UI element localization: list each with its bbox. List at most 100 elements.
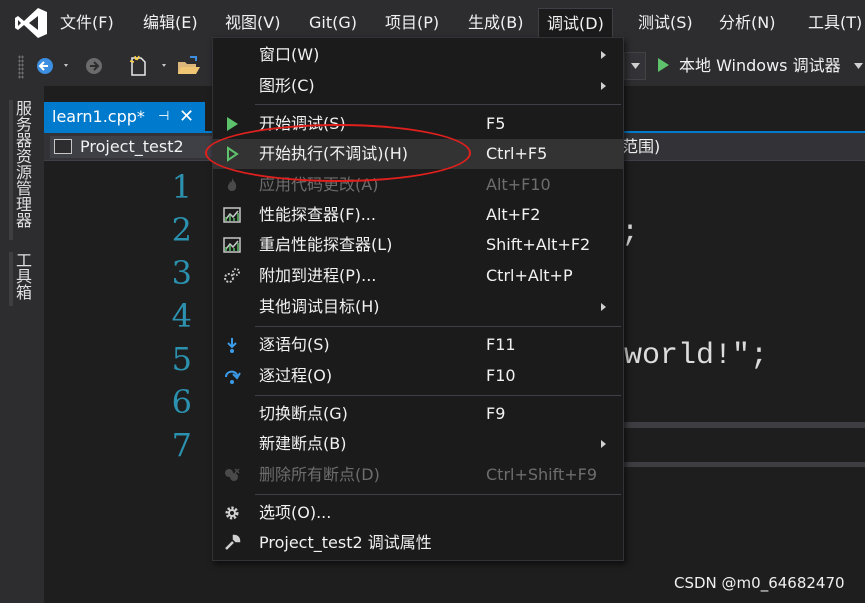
menu-item-label: 性能探查器(F)...	[259, 205, 376, 224]
menu-item-label: 图形(C)	[259, 76, 315, 95]
line-number: 4	[171, 297, 192, 335]
forward-icon[interactable]	[82, 54, 106, 78]
play-icon	[658, 58, 669, 72]
pin-icon[interactable]: ⊣	[158, 102, 169, 132]
tab-learn1-cpp[interactable]: learn1.cpp* ⊣ ✕	[44, 102, 205, 132]
menu-item-debug-properties[interactable]: Project_test2 调试属性	[213, 528, 623, 558]
menu-item-label: 逐过程(O)	[259, 366, 333, 385]
scope-dropdown[interactable]: 范围)	[622, 136, 660, 158]
menu-item-label: 附加到进程(P)...	[259, 266, 377, 285]
menu-item-shortcut: F5	[486, 114, 506, 133]
menu-build[interactable]: 生成(B)	[460, 10, 531, 36]
line-number: 7	[171, 426, 192, 464]
structure-guide-line	[624, 462, 865, 467]
server-explorer-tab[interactable]: 服务器资源管理器	[9, 100, 35, 240]
menu-item-label: 删除所有断点(D)	[259, 465, 380, 484]
line-number: 3	[171, 254, 192, 292]
line-number: 2	[171, 211, 192, 249]
menu-item-relaunch-profiler[interactable]: 重启性能探查器(L) Shift+Alt+F2	[213, 230, 623, 260]
solution-platform-dropdown[interactable]	[624, 52, 646, 80]
menu-item-other-debug-targets[interactable]: 其他调试目标(H)	[213, 292, 623, 322]
line-number: 1	[171, 168, 192, 206]
menu-item-shortcut: Alt+F10	[486, 175, 551, 194]
open-folder-icon[interactable]	[176, 54, 202, 78]
menu-item-label: 逐语句(S)	[259, 335, 330, 354]
menu-file[interactable]: 文件(F)	[52, 10, 122, 36]
menu-item-windows[interactable]: 窗口(W)	[213, 40, 623, 70]
menu-separator	[255, 395, 621, 396]
menu-item-shortcut: Ctrl+Shift+F9	[486, 465, 598, 484]
menu-git[interactable]: Git(G)	[301, 10, 365, 36]
menu-item-label: 其他调试目标(H)	[259, 297, 380, 316]
menu-edit[interactable]: 编辑(E)	[135, 10, 206, 36]
menu-item-performance-profiler[interactable]: 性能探查器(F)... Alt+F2	[213, 200, 623, 230]
menu-item-shortcut: F11	[486, 335, 516, 354]
submenu-arrow-icon	[601, 440, 606, 448]
menu-item-delete-all-breakpoints: 删除所有断点(D) Ctrl+Shift+F9	[213, 460, 623, 490]
tool-window-strip: 服务器资源管理器 工具箱	[0, 86, 44, 603]
back-icon[interactable]	[34, 54, 74, 78]
step-into-icon	[227, 338, 237, 353]
start-debugging-button[interactable]: 本地 Windows 调试器	[658, 52, 863, 80]
chevron-down-icon[interactable]	[853, 63, 863, 69]
line-number: 6	[171, 383, 192, 421]
chart-icon	[223, 237, 241, 253]
menu-item-label: 切换断点(G)	[259, 404, 348, 423]
menu-item-label: 重启性能探查器(L)	[259, 235, 393, 254]
menu-item-shortcut: Ctrl+Alt+P	[486, 266, 573, 285]
menu-item-label: 选项(O)...	[259, 503, 332, 522]
menu-item-label: 窗口(W)	[259, 45, 320, 64]
project-dropdown[interactable]: Project_test2	[50, 136, 212, 158]
menu-item-options[interactable]: 选项(O)...	[213, 498, 623, 528]
visual-studio-logo-icon[interactable]	[14, 7, 48, 39]
delete-breakpoints-icon	[225, 468, 240, 481]
menu-item-attach-to-process[interactable]: 附加到进程(P)... Ctrl+Alt+P	[213, 261, 623, 291]
line-number: 5	[171, 340, 192, 378]
menu-item-toggle-breakpoint[interactable]: 切换断点(G) F9	[213, 399, 623, 429]
debug-menu: 窗口(W) 图形(C) 开始调试(S) F5 开始执行(不调试)(H) Ctrl…	[212, 37, 624, 561]
code-line-5: world!";	[624, 339, 769, 373]
menu-item-graphics[interactable]: 图形(C)	[213, 71, 623, 101]
menu-item-shortcut: F10	[486, 366, 516, 385]
gears-icon	[224, 268, 240, 283]
chevron-down-icon	[631, 63, 640, 69]
editor-gutter	[44, 161, 92, 603]
menu-test[interactable]: 测试(S)	[630, 10, 701, 36]
menu-tools[interactable]: 工具(T)	[800, 10, 865, 36]
menu-analyze[interactable]: 分析(N)	[711, 10, 783, 36]
tab-title: learn1.cpp*	[52, 107, 145, 126]
step-over-icon	[225, 370, 241, 384]
wrench-icon	[225, 534, 241, 550]
menu-item-shortcut: F9	[486, 404, 506, 423]
menu-project[interactable]: 项目(P)	[377, 10, 447, 36]
menu-separator	[255, 326, 621, 327]
menu-item-shortcut: Ctrl+F5	[486, 144, 548, 163]
close-icon[interactable]: ✕	[179, 102, 194, 132]
submenu-arrow-icon	[601, 51, 606, 59]
menu-item-shortcut: Alt+F2	[486, 205, 541, 224]
menu-item-label: 新建断点(B)	[259, 434, 347, 453]
toolbox-tab[interactable]: 工具箱	[9, 252, 35, 306]
annotation-ellipse	[205, 124, 471, 182]
debug-target-label: 本地 Windows 调试器	[679, 56, 841, 75]
menu-view[interactable]: 视图(V)	[217, 10, 288, 36]
play-icon	[227, 117, 238, 131]
menu-item-step-into[interactable]: 逐语句(S) F11	[213, 330, 623, 360]
new-project-icon[interactable]	[126, 54, 172, 78]
menu-item-new-breakpoint[interactable]: 新建断点(B)	[213, 429, 623, 459]
project-icon	[54, 139, 72, 154]
submenu-arrow-icon	[601, 303, 606, 311]
gear-icon	[225, 506, 239, 520]
menu-separator	[255, 494, 621, 495]
menu-item-shortcut: Shift+Alt+F2	[486, 235, 591, 254]
watermark: CSDN @m0_64682470	[674, 574, 845, 592]
structure-guide-line	[624, 422, 865, 428]
menu-item-step-over[interactable]: 逐过程(O) F10	[213, 361, 623, 391]
toolbar-grip[interactable]	[18, 55, 24, 79]
project-name: Project_test2	[80, 137, 184, 156]
chart-icon	[223, 207, 241, 223]
menu-separator	[255, 104, 621, 105]
flame-icon	[227, 178, 237, 191]
menu-item-label: Project_test2 调试属性	[259, 533, 432, 552]
submenu-arrow-icon	[601, 82, 606, 90]
